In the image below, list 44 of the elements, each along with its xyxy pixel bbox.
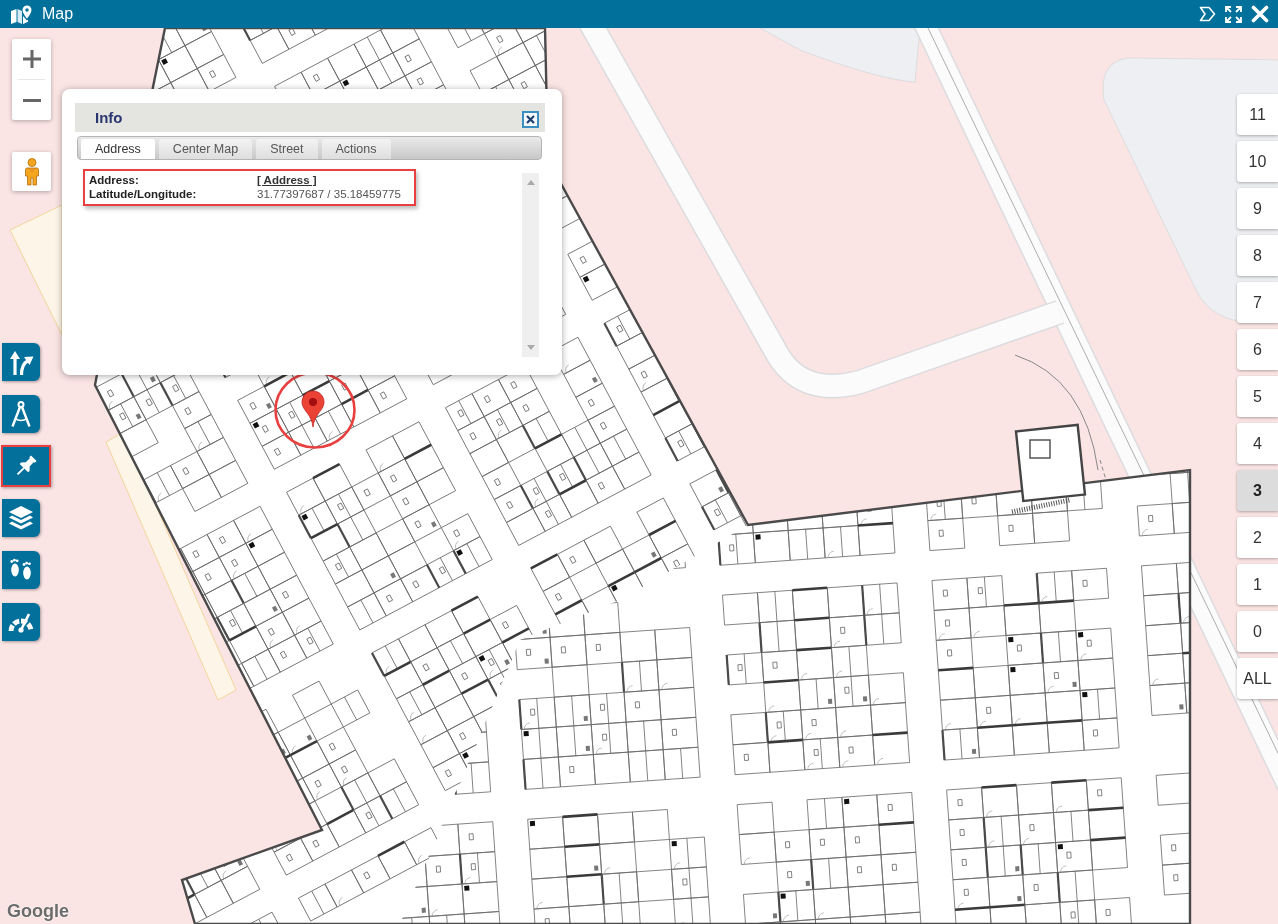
map-tool-button[interactable] [2,603,40,641]
floor-button[interactable]: 3 [1237,470,1278,511]
floor-button[interactable]: 1 [1237,564,1278,605]
floor-button[interactable]: 8 [1237,235,1278,276]
map-marker-icon[interactable] [301,390,325,428]
field-label: Address: [89,173,139,187]
tab[interactable]: Address [81,139,155,159]
tab[interactable]: Street [256,139,318,159]
field-value: 31.77397687 / 35.18459775 [257,187,401,201]
close-icon[interactable] [1251,5,1269,23]
expand-icon[interactable] [1225,5,1242,23]
floor-button[interactable]: 5 [1237,376,1278,417]
gauge-icon [8,611,34,633]
minus-icon [22,98,41,102]
tab[interactable]: Actions [321,139,391,159]
window-title: Map [42,4,74,24]
floor-button[interactable]: 11 [1237,94,1278,135]
floor-button[interactable]: 7 [1237,282,1278,323]
layers-icon [8,505,34,531]
floor-button[interactable]: 0 [1237,611,1278,652]
map-attribution: Google [7,901,69,922]
close-button[interactable] [522,111,539,128]
plus-icon [22,50,41,68]
floor-button[interactable]: 10 [1237,141,1278,182]
info-title: Info [95,109,123,126]
map-tool-button[interactable] [2,343,40,381]
floor-button[interactable]: ALL [1237,658,1278,699]
map-tool-button[interactable] [2,551,40,589]
floor-button[interactable]: 2 [1237,517,1278,558]
street-view-button[interactable] [12,152,51,191]
floor-button[interactable]: 4 [1237,423,1278,464]
tag-outline-icon[interactable] [1199,6,1216,22]
floor-button[interactable]: 9 [1237,188,1278,229]
field-label: Latitude/Longitude: [89,187,197,201]
map-tool-button[interactable] [2,499,40,537]
route-arrows-icon [8,349,34,375]
value-link[interactable]: [ Address ] [257,173,317,187]
close-icon [526,115,535,124]
map-tool-button[interactable] [2,395,40,433]
floor-button[interactable]: 6 [1237,329,1278,370]
tab[interactable]: Center Map [158,139,253,159]
folded-map-pin-icon [11,4,32,24]
map-tool-button[interactable] [1,445,51,487]
person-icon [23,157,40,186]
